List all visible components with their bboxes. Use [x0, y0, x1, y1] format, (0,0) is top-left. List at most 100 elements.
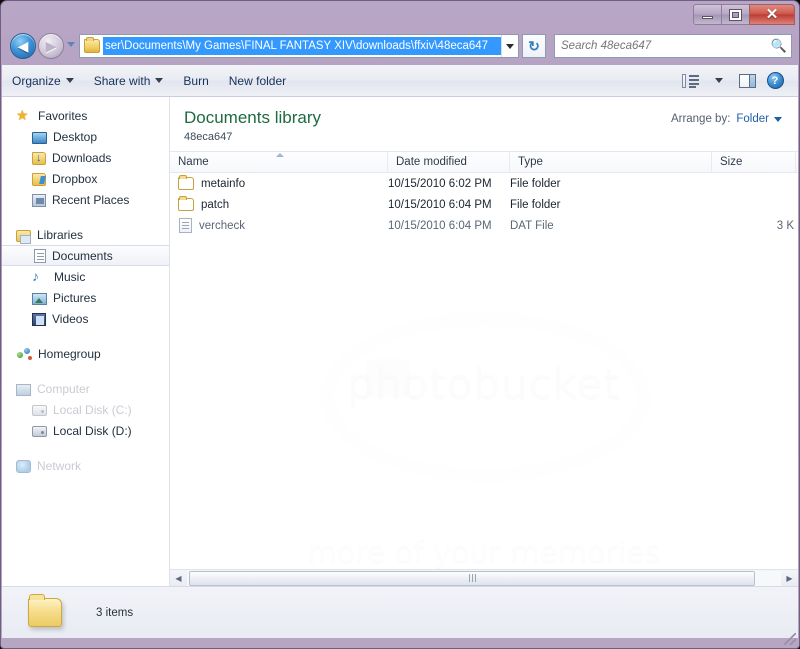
page-subtitle: 48eca647 — [184, 131, 233, 143]
library-header: Documents library 48eca647 Arrange by: F… — [170, 97, 798, 151]
help-button[interactable]: ? — [762, 69, 788, 93]
minimize-icon — [702, 16, 713, 19]
folder-icon — [84, 37, 100, 53]
scrollbar-grip-icon — [468, 574, 476, 582]
burn-label: Burn — [183, 73, 209, 88]
file-type-cell: File folder — [510, 198, 561, 211]
sidebar-item-dropbox[interactable]: Dropbox — [2, 168, 169, 189]
search-icon: 🔍 — [770, 38, 788, 53]
sidebar-group-network: Network — [2, 455, 169, 476]
music-icon: ♪ — [32, 268, 39, 284]
view-dropdown-button[interactable] — [706, 69, 732, 93]
address-bar[interactable]: ser\Documents\My Games\FINAL FANTASY XIV… — [79, 34, 519, 58]
scrollbar-thumb[interactable] — [189, 570, 755, 586]
preview-pane-button[interactable] — [734, 69, 760, 93]
close-icon: ✕ — [765, 6, 779, 23]
back-button[interactable]: ◀ — [10, 33, 36, 59]
sidebar-group-homegroup: Homegroup — [2, 343, 169, 364]
scroll-left-button[interactable]: ◀ — [170, 570, 187, 587]
sidebar-group-computer: Computer Local Disk (C:) Local Disk (D:) — [2, 378, 169, 441]
arrange-by-value[interactable]: Folder — [736, 113, 782, 125]
chevron-down-icon — [774, 116, 782, 122]
documents-icon — [34, 249, 46, 263]
watermark-ring — [320, 312, 650, 482]
file-name-cell: patch — [170, 196, 388, 211]
share-with-button[interactable]: Share with — [84, 69, 174, 93]
sidebar-item-recent-places[interactable]: Recent Places — [2, 189, 169, 210]
disk-icon — [32, 426, 47, 437]
sidebar-item-documents[interactable]: Documents — [2, 245, 169, 266]
videos-icon — [32, 312, 46, 326]
file-list-pane[interactable]: photobucket more of your memories Docume… — [170, 97, 798, 586]
sidebar-item-computer[interactable]: Computer — [2, 378, 169, 399]
sidebar-item-network[interactable]: Network — [2, 455, 169, 476]
change-view-button[interactable] — [678, 69, 704, 93]
sidebar-item-videos[interactable]: Videos — [2, 308, 169, 329]
file-date-cell: 10/15/2010 6:04 PM — [388, 219, 492, 232]
recent-places-icon — [32, 193, 46, 207]
sidebar-item-favorites[interactable]: ★ Favorites — [2, 105, 169, 126]
close-button[interactable]: ✕ — [749, 4, 795, 25]
sidebar-item-local-disk-d[interactable]: Local Disk (D:) — [2, 420, 169, 441]
preview-pane-icon — [738, 73, 756, 88]
disk-icon — [32, 405, 47, 416]
arrange-by-control[interactable]: Arrange by: Folder — [671, 113, 782, 125]
file-name-text: metainfo — [201, 177, 246, 190]
table-row[interactable]: patch 10/15/2010 6:04 PM File folder — [170, 194, 798, 215]
resize-grip[interactable] — [784, 633, 796, 645]
explorer-window: ✕ ◀ ▶ ser\Documents\My Games\FINAL FANTA… — [0, 0, 800, 649]
maximize-restore-button[interactable] — [721, 4, 750, 25]
sidebar-label: Network — [37, 458, 82, 473]
refresh-icon: ↻ — [528, 37, 540, 54]
organize-label: Organize — [12, 73, 61, 88]
view-layout-icon — [682, 73, 700, 88]
search-input[interactable] — [555, 36, 767, 56]
back-arrow-icon: ◀ — [17, 38, 29, 54]
minimize-button[interactable] — [693, 4, 722, 25]
sidebar-label: Computer — [37, 381, 90, 396]
network-icon — [16, 459, 31, 473]
scrollbar-track[interactable] — [187, 570, 781, 586]
sidebar-label: Favorites — [38, 108, 88, 123]
address-path-text[interactable]: ser\Documents\My Games\FINAL FANTASY XIV… — [103, 37, 501, 55]
table-row[interactable]: metainfo 10/15/2010 6:02 PM File folder — [170, 173, 798, 194]
file-date-cell: 10/15/2010 6:04 PM — [388, 198, 492, 211]
table-row[interactable]: vercheck 10/15/2010 6:04 PM DAT File 3 K — [170, 215, 798, 236]
sidebar-item-libraries[interactable]: Libraries — [2, 224, 169, 245]
forward-button[interactable]: ▶ — [38, 33, 64, 59]
sidebar-item-local-disk-c[interactable]: Local Disk (C:) — [2, 399, 169, 420]
sidebar-item-music[interactable]: ♪ Music — [2, 266, 169, 287]
address-chevron-down-icon[interactable] — [501, 35, 518, 57]
status-bar: 3 items — [2, 586, 798, 638]
explorer-body: ★ Favorites Desktop Downloads Dropbox — [2, 97, 798, 586]
refresh-button[interactable]: ↻ — [522, 34, 546, 58]
column-header-size[interactable]: Size — [712, 151, 796, 173]
sidebar-label: Videos — [52, 311, 89, 326]
column-header-date-modified[interactable]: Date modified — [388, 151, 510, 173]
horizontal-scrollbar[interactable]: ◀ ▶ — [170, 569, 798, 586]
title-bar: ✕ — [1, 1, 799, 29]
dropbox-icon — [32, 172, 46, 186]
sidebar-label: Music — [54, 269, 86, 284]
sidebar-item-desktop[interactable]: Desktop — [2, 126, 169, 147]
file-name-text: patch — [201, 198, 230, 211]
burn-button[interactable]: Burn — [173, 69, 218, 93]
share-with-label: Share with — [93, 73, 151, 88]
sidebar-item-downloads[interactable]: Downloads — [2, 147, 169, 168]
navigation-pane[interactable]: ★ Favorites Desktop Downloads Dropbox — [2, 97, 170, 586]
sidebar-label: Libraries — [37, 227, 84, 242]
recent-locations-chevron-down-icon[interactable] — [67, 42, 75, 47]
search-box[interactable]: 🔍 — [554, 34, 792, 58]
new-folder-button[interactable]: New folder — [219, 69, 296, 93]
chevron-down-icon — [155, 78, 164, 83]
scroll-right-button[interactable]: ▶ — [781, 570, 798, 587]
sidebar-item-pictures[interactable]: Pictures — [2, 287, 169, 308]
watermark-camera-icon — [366, 359, 410, 397]
column-header-type[interactable]: Type — [510, 151, 712, 173]
sidebar-label: Local Disk (C:) — [53, 402, 132, 417]
sidebar-item-homegroup[interactable]: Homegroup — [2, 343, 169, 364]
organize-button[interactable]: Organize — [2, 69, 84, 93]
file-date-cell: 10/15/2010 6:02 PM — [388, 177, 492, 190]
